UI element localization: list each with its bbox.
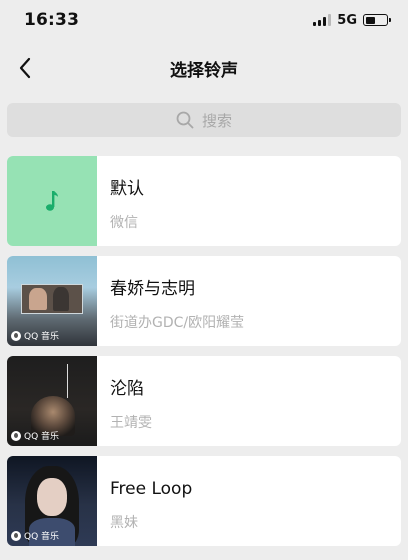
ringtone-subtitle: 微信 [110,215,138,231]
qq-music-badge: QQ 音乐 [11,329,59,342]
music-note-icon [46,191,58,211]
badge-label: QQ 音乐 [24,432,60,442]
ringtone-item[interactable]: QQ 音乐 Free Loop 黑妹 [7,456,401,546]
ringtone-title: 春娇与志明 [110,279,195,299]
search-input[interactable]: 搜索 [7,103,401,137]
ringtone-item[interactable]: QQ 音乐 春娇与志明 街道办GDC/欧阳耀莹 [7,256,401,346]
ringtone-list: 默认 微信 QQ 音乐 春娇与志明 街道办GDC/欧阳耀莹 QQ 音乐 沦陷 王… [7,156,401,556]
search-icon [176,111,194,129]
ringtone-title: Free Loop [110,479,193,499]
battery-level [365,16,375,24]
status-indicators: 5G [313,12,391,28]
search-placeholder: 搜索 [201,111,232,130]
ringtone-subtitle: 黑妹 [110,515,138,531]
ringtone-title: 默认 [110,179,144,199]
chevron-left-icon [19,57,31,79]
ringtone-item[interactable]: QQ 音乐 沦陷 王靖雯 [7,356,401,446]
ringtone-cover [7,156,97,246]
album-cover: QQ 音乐 [7,456,97,546]
qq-music-logo-icon [11,430,21,441]
nav-bar: 选择铃声 [0,46,408,90]
album-cover: QQ 音乐 [7,256,97,346]
qq-music-logo-icon [11,530,21,541]
ringtone-item-default[interactable]: 默认 微信 [7,156,401,246]
status-time: 16:33 [24,10,80,30]
status-bar: 16:33 5G [0,0,408,40]
page-title: 选择铃声 [170,60,238,81]
back-button[interactable] [10,53,40,83]
qq-music-logo-icon [11,330,21,341]
badge-label: QQ 音乐 [24,332,60,342]
signal-icon [313,14,332,26]
network-type: 5G [337,12,357,28]
ringtone-subtitle: 王靖雯 [110,415,152,431]
qq-music-badge: QQ 音乐 [11,429,59,442]
qq-music-badge: QQ 音乐 [11,529,59,542]
ringtone-subtitle: 街道办GDC/欧阳耀莹 [110,315,245,331]
badge-label: QQ 音乐 [24,532,60,542]
album-cover: QQ 音乐 [7,356,97,446]
ringtone-title: 沦陷 [110,379,144,399]
battery-icon [363,14,391,26]
